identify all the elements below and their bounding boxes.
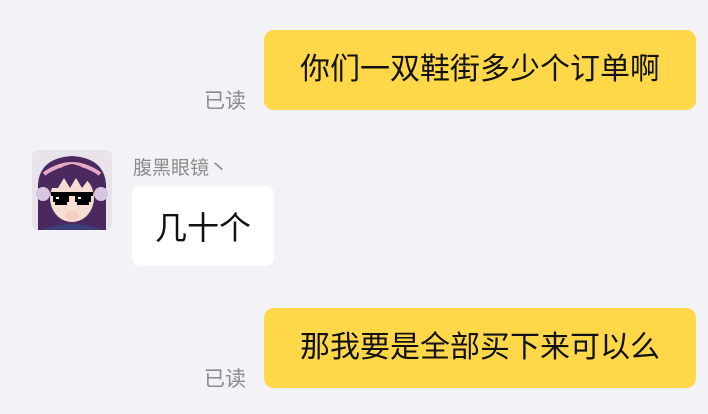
message-text: 你们一双鞋街多少个订单啊 <box>300 52 660 87</box>
chat-area: 你们一双鞋街多少个订单啊 已读 腹黑眼镜丶 几十个 那我要是全部买下来可以么 已… <box>0 0 708 414</box>
outgoing-message-bubble[interactable]: 那我要是全部买下来可以么 <box>264 308 696 388</box>
sender-name: 腹黑眼镜丶 <box>133 157 229 179</box>
read-status: 已读 <box>204 367 246 391</box>
read-status: 已读 <box>204 89 246 113</box>
avatar-image <box>32 150 112 230</box>
message-text: 那我要是全部买下来可以么 <box>300 330 660 365</box>
outgoing-message-bubble[interactable]: 你们一双鞋街多少个订单啊 <box>264 30 696 110</box>
message-text: 几十个 <box>154 209 251 247</box>
anime-girl-sunglasses-avatar[interactable] <box>32 150 112 230</box>
incoming-message-bubble[interactable]: 几十个 <box>132 186 274 266</box>
